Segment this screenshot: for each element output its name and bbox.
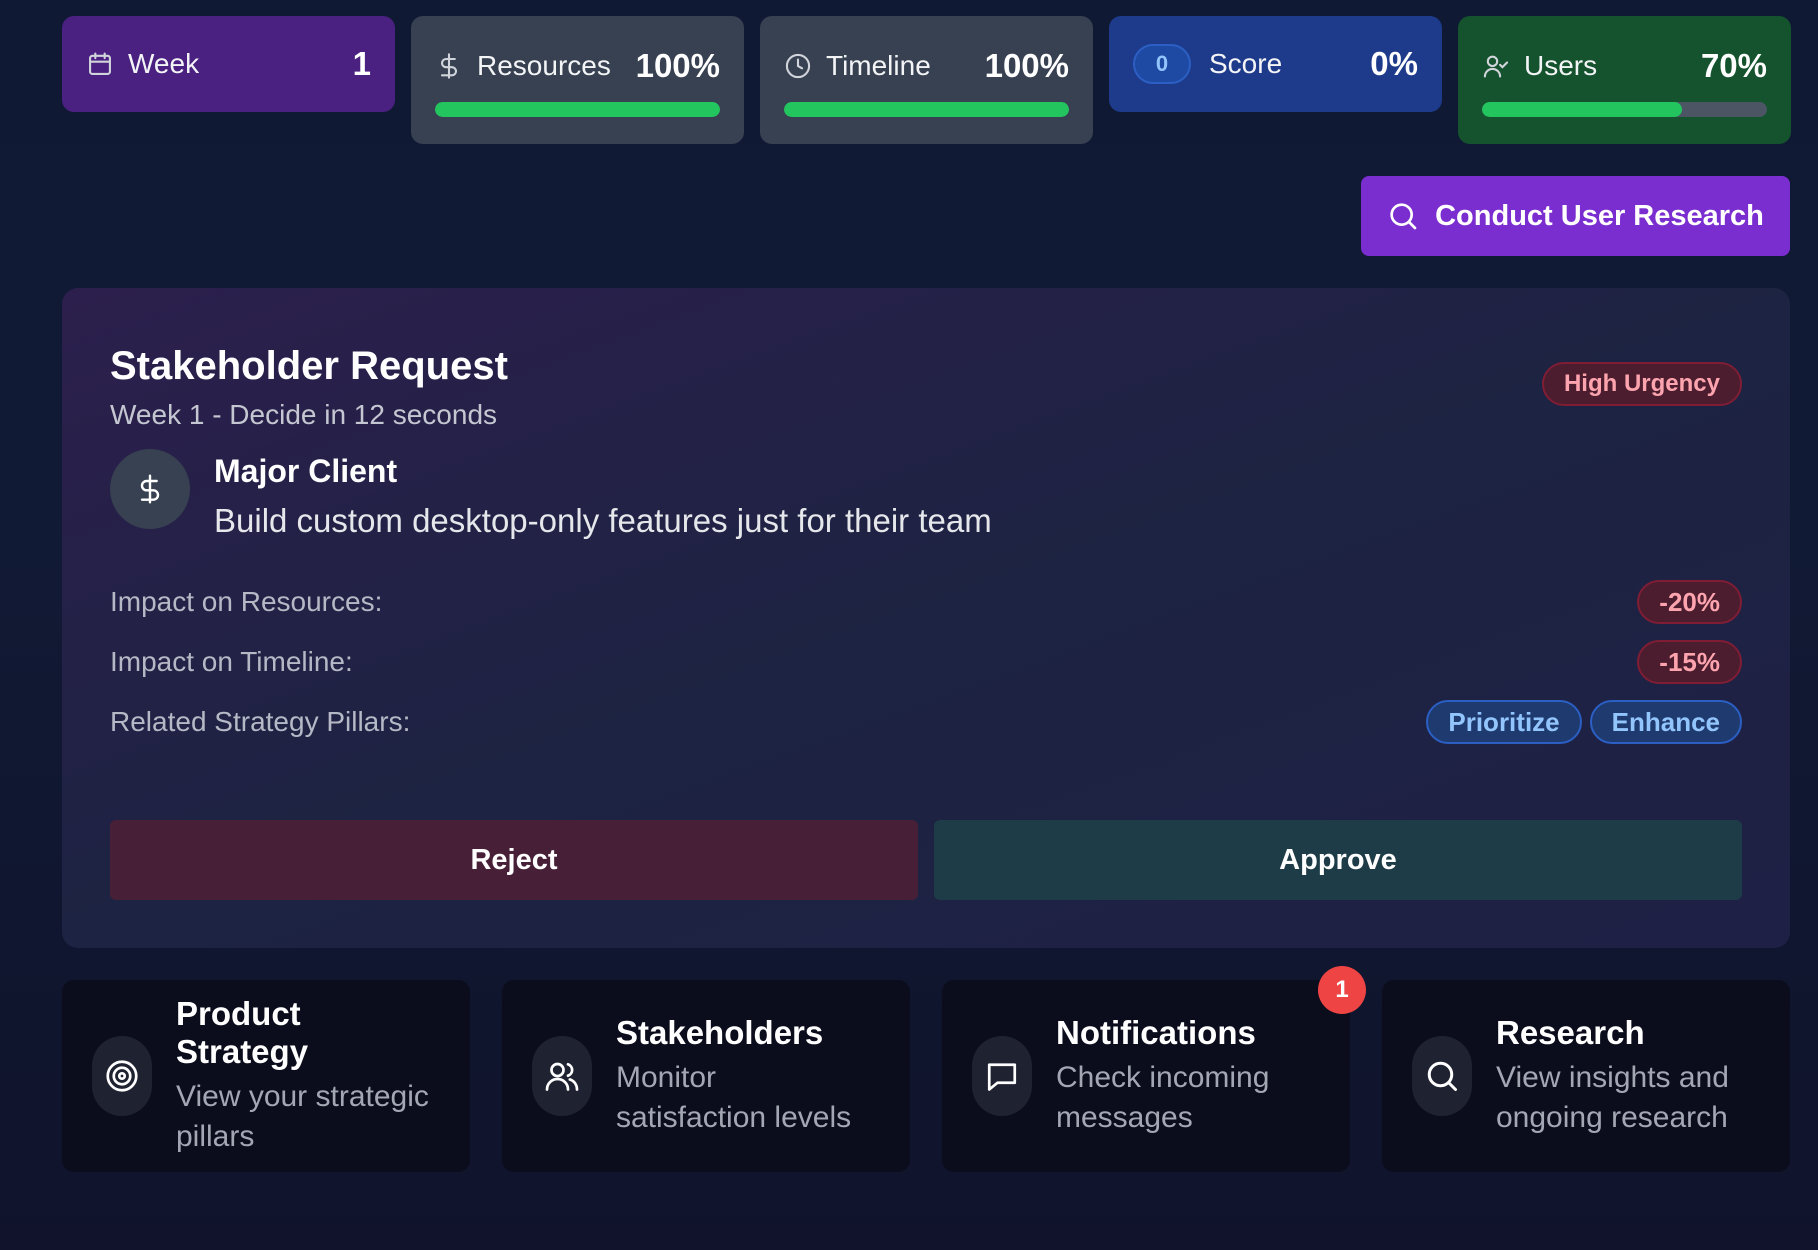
tile-desc-line: View your strategic: [176, 1080, 429, 1113]
tile-research[interactable]: Research View insights and ongoing resear…: [1382, 980, 1790, 1172]
impact-list: Impact on Resources: -20% Impact on Time…: [110, 580, 1742, 744]
stakeholder-request-card: Stakeholder Request Week 1 - Decide in 1…: [62, 288, 1790, 948]
stat-score-label: Score: [1209, 48, 1283, 79]
stat-resources: Resources 100%: [411, 16, 744, 144]
tile-desc-line: Check incoming: [1056, 1061, 1270, 1094]
impact-row-resources: Impact on Resources: -20%: [110, 580, 1742, 624]
client-name: Major Client: [214, 453, 398, 489]
users-icon: [532, 1036, 592, 1116]
timeline-progress-fill: [784, 101, 1069, 117]
pillars-label: Related Strategy Pillars:: [110, 706, 411, 737]
pillar-tags: Prioritize Enhance: [1426, 700, 1742, 744]
tile-stakeholders[interactable]: Stakeholders Monitor satisfaction levels: [502, 980, 910, 1172]
stat-week-label: Week: [128, 48, 200, 79]
impact-row-timeline: Impact on Timeline: -15%: [110, 640, 1742, 684]
stat-timeline-value: 100%: [984, 46, 1069, 84]
conduct-user-research-label: Conduct User Research: [1435, 199, 1764, 232]
score-badge: 0: [1133, 44, 1191, 84]
impact-row-pillars: Related Strategy Pillars: Prioritize Enh…: [110, 700, 1742, 744]
tile-description: View your strategic pillars: [176, 1077, 440, 1157]
dollar-icon: [134, 473, 166, 505]
request-subtitle: Week 1 - Decide in 12 seconds: [110, 399, 498, 430]
tile-desc-line: satisfaction levels: [616, 1101, 852, 1134]
stat-score: 0 Score 0%: [1109, 16, 1442, 112]
stat-week-value: 1: [352, 45, 371, 82]
decision-actions: Reject Approve: [110, 820, 1742, 900]
target-icon: [92, 1036, 152, 1116]
request-title: Stakeholder Request: [110, 344, 508, 388]
stat-timeline-label: Timeline: [826, 49, 931, 81]
tile-description: Monitor satisfaction levels: [616, 1058, 851, 1138]
stat-score-value: 0%: [1370, 45, 1418, 82]
tile-product-strategy[interactable]: Product Strategy View your strategic pill…: [62, 980, 470, 1172]
stat-week: Week 1: [62, 16, 395, 112]
tile-description: Check incoming messages: [1056, 1058, 1269, 1138]
resources-progress-fill: [435, 101, 720, 117]
stat-resources-label: Resources: [477, 49, 611, 81]
resources-progress-bar: [435, 101, 720, 117]
search-icon: [1412, 1036, 1472, 1116]
user-check-icon: [1482, 52, 1510, 80]
tile-description: View insights and ongoing research: [1496, 1058, 1729, 1138]
tile-notifications[interactable]: Notifications Check incoming messages 1: [942, 966, 1366, 1172]
impact-timeline-label: Impact on Timeline:: [110, 646, 353, 677]
tile-title: Product Strategy: [176, 995, 309, 1070]
stat-timeline: Timeline 100%: [760, 16, 1093, 144]
tile-desc-line: View insights and: [1496, 1061, 1729, 1094]
impact-timeline-value: -15%: [1637, 640, 1742, 684]
reject-button[interactable]: Reject: [110, 820, 918, 900]
approve-button[interactable]: Approve: [934, 820, 1742, 900]
calendar-icon: [86, 50, 114, 78]
tile-desc-line: messages: [1056, 1101, 1193, 1134]
tile-title: Notifications: [1056, 1014, 1256, 1051]
urgency-badge: High Urgency: [1541, 362, 1742, 406]
conduct-user-research-button[interactable]: Conduct User Research: [1361, 176, 1790, 256]
client-info: Major Client Build custom desktop-only f…: [110, 449, 1742, 540]
client-avatar: [110, 449, 190, 529]
pillar-tag-enhance: Enhance: [1589, 700, 1742, 744]
message-icon: [972, 1036, 1032, 1116]
stats-bar: Week 1 Resources 100% Timeline 100% 0 Sc…: [62, 16, 1791, 144]
notification-count-badge: 1: [1318, 966, 1366, 1014]
clock-icon: [784, 52, 812, 80]
timeline-progress-bar: [784, 101, 1069, 117]
users-progress-fill: [1482, 101, 1682, 117]
impact-resources-label: Impact on Resources:: [110, 586, 383, 617]
stat-users-label: Users: [1524, 49, 1598, 81]
dollar-icon: [435, 52, 463, 80]
stat-users-value: 70%: [1700, 46, 1767, 84]
tile-desc-line: pillars: [176, 1120, 255, 1153]
tile-desc-line: Monitor: [616, 1061, 717, 1094]
pillar-tag-prioritize: Prioritize: [1426, 700, 1582, 744]
nav-tiles: Product Strategy View your strategic pill…: [62, 966, 1790, 1172]
request-description: Build custom desktop-only features just …: [214, 502, 992, 539]
tile-title: Research: [1496, 1014, 1645, 1051]
users-progress-bar: [1482, 101, 1767, 117]
tile-title: Stakeholders: [616, 1014, 824, 1051]
tile-desc-line: ongoing research: [1496, 1101, 1728, 1134]
stat-resources-value: 100%: [635, 46, 720, 84]
search-icon: [1387, 200, 1419, 232]
stat-users: Users 70%: [1458, 16, 1791, 144]
impact-resources-value: -20%: [1637, 580, 1742, 624]
